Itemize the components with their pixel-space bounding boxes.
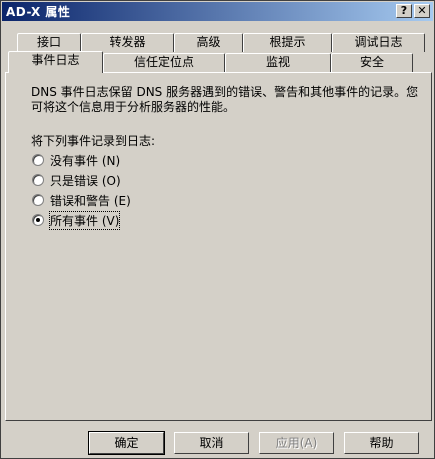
log-level-label: 将下列事件记录到日志: (31, 134, 156, 148)
tab-panel (5, 72, 432, 421)
close-icon[interactable]: ✕ (414, 4, 430, 18)
tab-event-logging[interactable]: 事件日志 (8, 51, 103, 73)
accelerator-key: (O) (101, 173, 121, 188)
radio-button[interactable] (32, 194, 44, 206)
apply-button[interactable]: 应用(A) (259, 432, 334, 454)
panel-description: DNS 事件日志保留 DNS 服务器遇到的错误、警告和其他事件的记录。您可将这个… (31, 85, 419, 114)
radio-label-text: 所有事件 (50, 213, 99, 228)
radio-button[interactable] (32, 174, 44, 186)
window-title: AD-X 属性 (6, 5, 71, 19)
radio-button[interactable] (32, 154, 44, 166)
tab-root-hints[interactable]: 根提示 (243, 33, 332, 52)
radio-button-selected[interactable] (32, 214, 44, 226)
title-bar[interactable]: AD-X 属性 ? ✕ (2, 2, 433, 21)
radio-all-events[interactable]: 所有事件 (V) (32, 210, 121, 230)
help-button[interactable]: 帮助 (344, 432, 419, 454)
radio-label-text: 错误和警告 (50, 193, 111, 208)
tab-forwarders[interactable]: 转发器 (81, 33, 174, 52)
tab-advanced[interactable]: 高级 (174, 33, 243, 52)
tab-monitoring[interactable]: 监视 (225, 53, 331, 72)
ok-button[interactable]: 确定 (88, 431, 165, 455)
radio-errors-and-warnings[interactable]: 错误和警告 (E) (32, 192, 131, 208)
accelerator-key: (V) (101, 213, 120, 228)
cancel-button[interactable]: 取消 (174, 432, 249, 454)
radio-errors-only[interactable]: 只是错误 (O) (32, 172, 121, 188)
tab-trust-anchors[interactable]: 信任定位点 (103, 53, 225, 72)
tab-interfaces[interactable]: 接口 (17, 33, 81, 52)
properties-dialog: AD-X 属性 ? ✕ 接口 转发器 高级 根提示 调试日志 事件日志 信任定位… (0, 0, 435, 459)
accelerator-key: (E) (113, 193, 131, 208)
radio-label-text: 没有事件 (50, 153, 99, 168)
help-icon[interactable]: ? (396, 4, 412, 18)
radio-label-text: 只是错误 (50, 173, 99, 188)
accelerator-key: (N) (101, 153, 121, 168)
tab-security[interactable]: 安全 (331, 53, 413, 72)
radio-no-events[interactable]: 没有事件 (N) (32, 152, 120, 168)
tab-debug-logging[interactable]: 调试日志 (332, 33, 425, 52)
